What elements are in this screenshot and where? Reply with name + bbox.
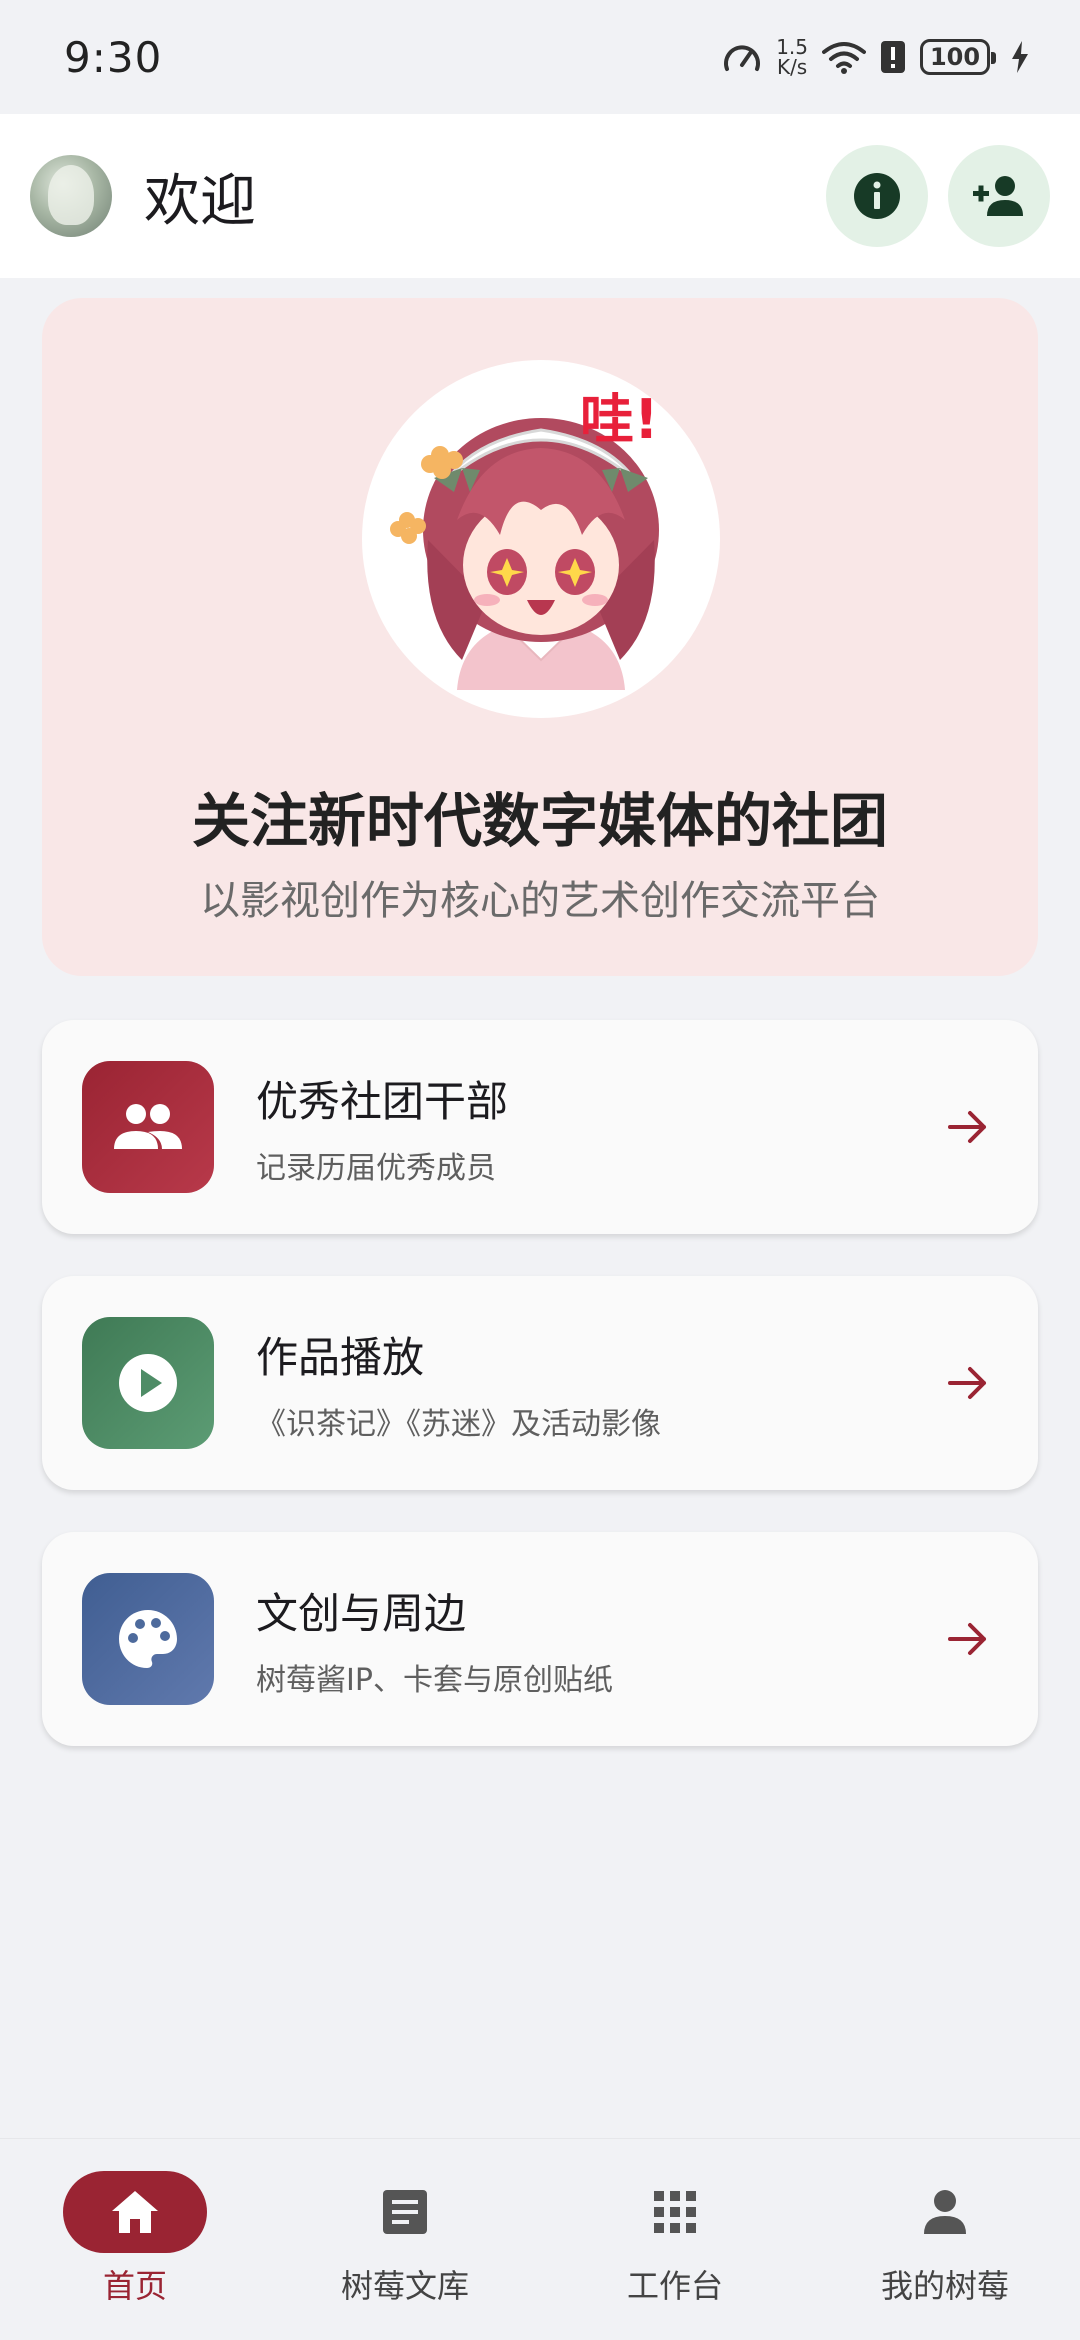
article-icon (383, 2190, 427, 2234)
card-text: 优秀社团干部 记录历届优秀成员 (256, 1068, 938, 1187)
card-desc: 树莓酱IP、卡套与原创贴纸 (256, 1662, 613, 1698)
home-icon (112, 2191, 158, 2233)
palette-icon (119, 1610, 177, 1668)
nav-pill (873, 2171, 1017, 2253)
hero-title: 关注新时代数字媒体的社团 (191, 787, 888, 855)
nav-item-profile[interactable]: 我的树莓 (810, 2139, 1080, 2340)
card-text: 作品播放 《识茶记》《苏迷》及活动影像 (256, 1324, 938, 1443)
nav-label: 首页 (102, 2267, 167, 2305)
mascot-image: 哇! (362, 360, 720, 718)
card-excellent-cadres[interactable]: 优秀社团干部 记录历届优秀成员 (42, 1020, 1038, 1234)
person-add-icon (973, 176, 1023, 216)
card-creative-merch[interactable]: 文创与周边 树莓酱IP、卡套与原创贴纸 (42, 1532, 1038, 1746)
nav-label: 我的树莓 (880, 2267, 1009, 2305)
avatar[interactable] (30, 155, 112, 237)
nav-label: 工作台 (626, 2267, 723, 2305)
card-desc: 记录历届优秀成员 (256, 1150, 496, 1186)
card-desc: 《识茶记》《苏迷》及活动影像 (256, 1406, 661, 1442)
arrow-right-icon (938, 1609, 998, 1669)
page-title: 欢迎 (144, 168, 256, 234)
play-circle-icon (119, 1354, 177, 1412)
hero-subtitle: 以影视创作为核心的艺术创作交流平台 (200, 878, 880, 924)
card-icon-box (82, 1317, 214, 1449)
person-icon (924, 2190, 966, 2234)
speedometer-icon (724, 45, 761, 71)
nav-pill (333, 2171, 477, 2253)
apps-grid-icon (654, 2191, 696, 2233)
nav-item-workbench[interactable]: 工作台 (540, 2139, 810, 2340)
card-text: 文创与周边 树莓酱IP、卡套与原创贴纸 (256, 1580, 938, 1699)
card-icon-box (82, 1061, 214, 1193)
status-time: 9:30 (64, 32, 163, 82)
card-title: 优秀社团干部 (256, 1076, 509, 1126)
info-icon (854, 173, 900, 219)
net-speed-value: 1.5 (776, 35, 808, 59)
net-speed-unit: K/s (776, 55, 808, 79)
nav-label: 树莓文库 (340, 2267, 469, 2305)
alert-icon (881, 41, 905, 73)
nav-pill (63, 2171, 207, 2253)
arrow-right-icon (938, 1097, 998, 1157)
card-title: 作品播放 (256, 1332, 425, 1382)
info-button[interactable] (826, 145, 928, 247)
bottom-nav: 首页 树莓文库 工作台 我的树莓 (0, 2138, 1080, 2340)
card-title: 文创与周边 (256, 1588, 467, 1638)
arrow-right-icon (938, 1353, 998, 1413)
group-icon (114, 1104, 182, 1149)
battery-icon: 100 (920, 39, 996, 75)
app-bar: 欢迎 (0, 114, 1080, 278)
charging-icon (1012, 41, 1028, 73)
hero-banner: 哇! 关注新时代数字媒体的社团 以影视创作为核心的艺术创作交流平台 (42, 298, 1038, 976)
status-icons: 1.5 K/s 100 (722, 37, 1030, 77)
mascot-text: 哇! (580, 388, 659, 451)
wifi-icon (822, 42, 866, 74)
card-works-playback[interactable]: 作品播放 《识茶记》《苏迷》及活动影像 (42, 1276, 1038, 1490)
add-user-button[interactable] (948, 145, 1050, 247)
nav-item-library[interactable]: 树莓文库 (270, 2139, 540, 2340)
net-speed: 1.5 K/s (776, 37, 808, 77)
nav-item-home[interactable]: 首页 (0, 2139, 270, 2340)
card-icon-box (82, 1573, 214, 1705)
nav-pill (603, 2171, 747, 2253)
status-bar: 9:30 1.5 K/s 100 (0, 0, 1080, 114)
mascot-illustration: 哇! (390, 388, 659, 690)
